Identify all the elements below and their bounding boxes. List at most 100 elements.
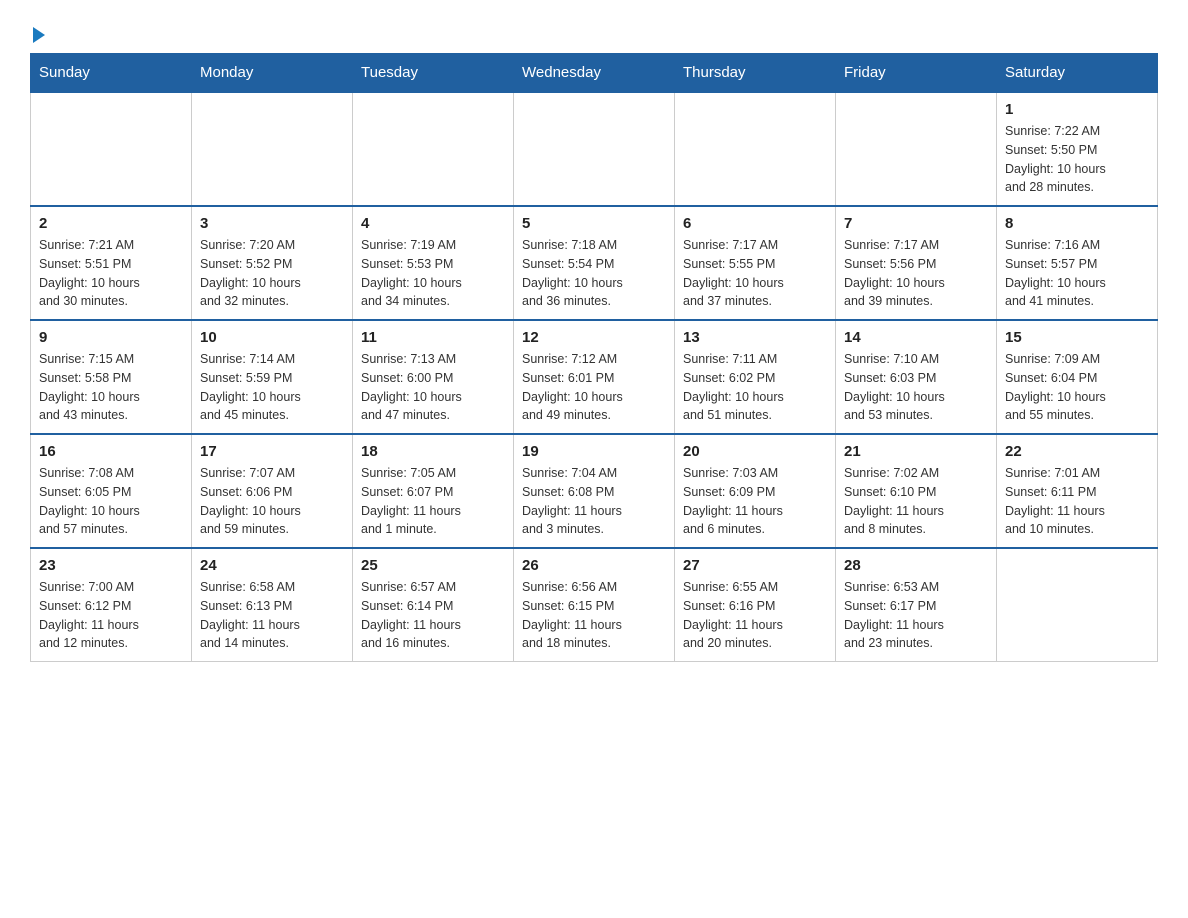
calendar-cell: [514, 92, 675, 206]
day-info: Sunrise: 7:01 AM Sunset: 6:11 PM Dayligh…: [1005, 464, 1149, 539]
day-info: Sunrise: 7:03 AM Sunset: 6:09 PM Dayligh…: [683, 464, 827, 539]
day-info: Sunrise: 7:10 AM Sunset: 6:03 PM Dayligh…: [844, 350, 988, 425]
day-number: 8: [1005, 215, 1149, 232]
day-info: Sunrise: 7:05 AM Sunset: 6:07 PM Dayligh…: [361, 464, 505, 539]
weekday-header-friday: Friday: [836, 54, 997, 93]
day-number: 21: [844, 443, 988, 460]
day-number: 9: [39, 329, 183, 346]
day-info: Sunrise: 6:56 AM Sunset: 6:15 PM Dayligh…: [522, 578, 666, 653]
calendar-cell: 5 Sunrise: 7:18 AM Sunset: 5:54 PM Daylig…: [514, 206, 675, 320]
calendar-cell: [353, 92, 514, 206]
calendar-cell: [675, 92, 836, 206]
day-number: 5: [522, 215, 666, 232]
day-number: 7: [844, 215, 988, 232]
calendar-cell: 11 Sunrise: 7:13 AM Sunset: 6:00 PM Dayli…: [353, 320, 514, 434]
day-number: 14: [844, 329, 988, 346]
calendar-cell: 12 Sunrise: 7:12 AM Sunset: 6:01 PM Dayli…: [514, 320, 675, 434]
weekday-header-wednesday: Wednesday: [514, 54, 675, 93]
day-info: Sunrise: 7:15 AM Sunset: 5:58 PM Dayligh…: [39, 350, 183, 425]
calendar-cell: [997, 548, 1158, 662]
day-info: Sunrise: 7:16 AM Sunset: 5:57 PM Dayligh…: [1005, 236, 1149, 311]
calendar-cell: 15 Sunrise: 7:09 AM Sunset: 6:04 PM Dayli…: [997, 320, 1158, 434]
calendar-cell: 13 Sunrise: 7:11 AM Sunset: 6:02 PM Dayli…: [675, 320, 836, 434]
logo-arrow-icon: [33, 27, 45, 43]
calendar-cell: [192, 92, 353, 206]
day-info: Sunrise: 7:07 AM Sunset: 6:06 PM Dayligh…: [200, 464, 344, 539]
day-info: Sunrise: 7:13 AM Sunset: 6:00 PM Dayligh…: [361, 350, 505, 425]
calendar-cell: 6 Sunrise: 7:17 AM Sunset: 5:55 PM Daylig…: [675, 206, 836, 320]
calendar-cell: 26 Sunrise: 6:56 AM Sunset: 6:15 PM Dayli…: [514, 548, 675, 662]
day-number: 6: [683, 215, 827, 232]
day-info: Sunrise: 6:55 AM Sunset: 6:16 PM Dayligh…: [683, 578, 827, 653]
day-number: 25: [361, 557, 505, 574]
calendar-cell: 8 Sunrise: 7:16 AM Sunset: 5:57 PM Daylig…: [997, 206, 1158, 320]
day-info: Sunrise: 7:17 AM Sunset: 5:56 PM Dayligh…: [844, 236, 988, 311]
day-info: Sunrise: 6:58 AM Sunset: 6:13 PM Dayligh…: [200, 578, 344, 653]
day-number: 3: [200, 215, 344, 232]
calendar-cell: 23 Sunrise: 7:00 AM Sunset: 6:12 PM Dayli…: [31, 548, 192, 662]
calendar-cell: 3Sunrise: 7:20 AM Sunset: 5:52 PM Daylig…: [192, 206, 353, 320]
calendar-cell: 14 Sunrise: 7:10 AM Sunset: 6:03 PM Dayli…: [836, 320, 997, 434]
calendar-cell: 27 Sunrise: 6:55 AM Sunset: 6:16 PM Dayli…: [675, 548, 836, 662]
calendar-week-5: 23 Sunrise: 7:00 AM Sunset: 6:12 PM Dayli…: [31, 548, 1158, 662]
weekday-header-row: SundayMondayTuesdayWednesdayThursdayFrid…: [31, 54, 1158, 93]
calendar-cell: 20 Sunrise: 7:03 AM Sunset: 6:09 PM Dayli…: [675, 434, 836, 548]
calendar-cell: [31, 92, 192, 206]
day-info: Sunrise: 7:18 AM Sunset: 5:54 PM Dayligh…: [522, 236, 666, 311]
day-number: 18: [361, 443, 505, 460]
day-number: 13: [683, 329, 827, 346]
weekday-header-sunday: Sunday: [31, 54, 192, 93]
day-info: Sunrise: 7:00 AM Sunset: 6:12 PM Dayligh…: [39, 578, 183, 653]
day-number: 22: [1005, 443, 1149, 460]
calendar-cell: 25 Sunrise: 6:57 AM Sunset: 6:14 PM Dayli…: [353, 548, 514, 662]
day-number: 26: [522, 557, 666, 574]
day-number: 23: [39, 557, 183, 574]
calendar-cell: 21 Sunrise: 7:02 AM Sunset: 6:10 PM Dayli…: [836, 434, 997, 548]
day-info: Sunrise: 7:21 AM Sunset: 5:51 PM Dayligh…: [39, 236, 183, 311]
day-info: Sunrise: 7:19 AM Sunset: 5:53 PM Dayligh…: [361, 236, 505, 311]
calendar-cell: 9 Sunrise: 7:15 AM Sunset: 5:58 PM Daylig…: [31, 320, 192, 434]
day-info: Sunrise: 7:12 AM Sunset: 6:01 PM Dayligh…: [522, 350, 666, 425]
day-number: 16: [39, 443, 183, 460]
day-number: 27: [683, 557, 827, 574]
calendar-cell: 2 Sunrise: 7:21 AM Sunset: 5:51 PM Daylig…: [31, 206, 192, 320]
calendar-cell: 1Sunrise: 7:22 AM Sunset: 5:50 PM Daylig…: [997, 92, 1158, 206]
day-number: 11: [361, 329, 505, 346]
calendar-cell: 17 Sunrise: 7:07 AM Sunset: 6:06 PM Dayli…: [192, 434, 353, 548]
calendar-week-2: 2 Sunrise: 7:21 AM Sunset: 5:51 PM Daylig…: [31, 206, 1158, 320]
page-header: [30, 20, 1158, 43]
day-info: Sunrise: 6:57 AM Sunset: 6:14 PM Dayligh…: [361, 578, 505, 653]
calendar-cell: 24Sunrise: 6:58 AM Sunset: 6:13 PM Dayli…: [192, 548, 353, 662]
calendar-table: SundayMondayTuesdayWednesdayThursdayFrid…: [30, 53, 1158, 662]
calendar-cell: [836, 92, 997, 206]
day-info: Sunrise: 7:02 AM Sunset: 6:10 PM Dayligh…: [844, 464, 988, 539]
day-number: 28: [844, 557, 988, 574]
calendar-cell: 19 Sunrise: 7:04 AM Sunset: 6:08 PM Dayli…: [514, 434, 675, 548]
day-number: 2: [39, 215, 183, 232]
weekday-header-tuesday: Tuesday: [353, 54, 514, 93]
day-number: 12: [522, 329, 666, 346]
calendar-cell: 10 Sunrise: 7:14 AM Sunset: 5:59 PM Dayli…: [192, 320, 353, 434]
day-info: Sunrise: 7:11 AM Sunset: 6:02 PM Dayligh…: [683, 350, 827, 425]
day-number: 10: [200, 329, 344, 346]
calendar-week-1: 1Sunrise: 7:22 AM Sunset: 5:50 PM Daylig…: [31, 92, 1158, 206]
day-info: Sunrise: 7:22 AM Sunset: 5:50 PM Dayligh…: [1005, 122, 1149, 197]
weekday-header-saturday: Saturday: [997, 54, 1158, 93]
calendar-week-4: 16Sunrise: 7:08 AM Sunset: 6:05 PM Dayli…: [31, 434, 1158, 548]
calendar-cell: 28Sunrise: 6:53 AM Sunset: 6:17 PM Dayli…: [836, 548, 997, 662]
day-number: 4: [361, 215, 505, 232]
calendar-week-3: 9 Sunrise: 7:15 AM Sunset: 5:58 PM Daylig…: [31, 320, 1158, 434]
calendar-cell: 18 Sunrise: 7:05 AM Sunset: 6:07 PM Dayli…: [353, 434, 514, 548]
day-number: 17: [200, 443, 344, 460]
day-info: Sunrise: 7:14 AM Sunset: 5:59 PM Dayligh…: [200, 350, 344, 425]
day-info: Sunrise: 7:09 AM Sunset: 6:04 PM Dayligh…: [1005, 350, 1149, 425]
weekday-header-monday: Monday: [192, 54, 353, 93]
day-info: Sunrise: 7:17 AM Sunset: 5:55 PM Dayligh…: [683, 236, 827, 311]
calendar-cell: 16Sunrise: 7:08 AM Sunset: 6:05 PM Dayli…: [31, 434, 192, 548]
logo: [30, 20, 45, 43]
day-number: 20: [683, 443, 827, 460]
day-info: Sunrise: 7:04 AM Sunset: 6:08 PM Dayligh…: [522, 464, 666, 539]
calendar-cell: 22 Sunrise: 7:01 AM Sunset: 6:11 PM Dayli…: [997, 434, 1158, 548]
day-number: 19: [522, 443, 666, 460]
day-number: 15: [1005, 329, 1149, 346]
